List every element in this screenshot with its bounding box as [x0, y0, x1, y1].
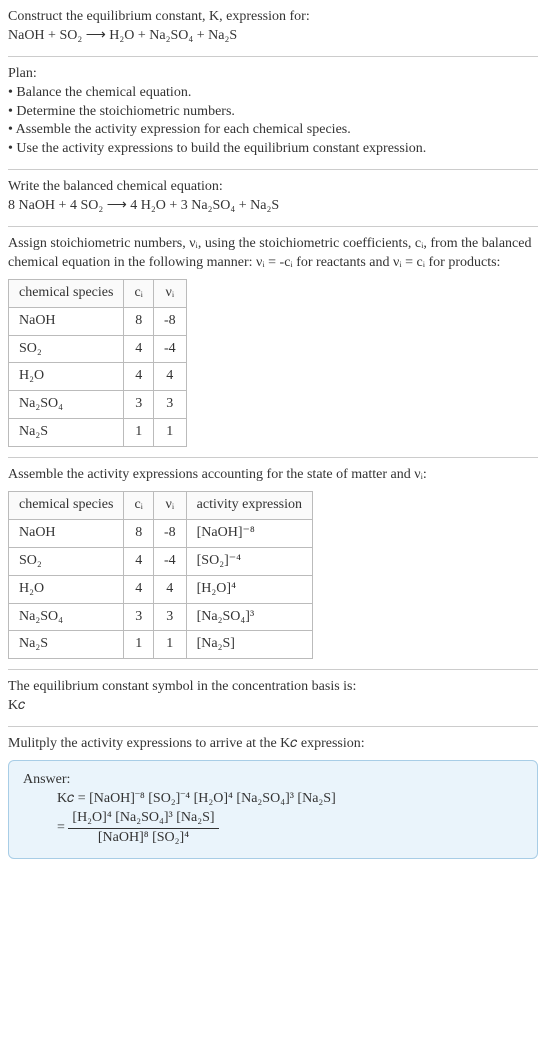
- table-row: Na₂S11[Na₂S]: [9, 631, 313, 659]
- intro-equation: NaOH + SO₂ ⟶ H₂O + Na₂SO₄ + Na₂S: [8, 27, 538, 46]
- plan-item-text: Assemble the activity expression for eac…: [16, 122, 351, 137]
- plan-item: • Assemble the activity expression for e…: [8, 121, 538, 140]
- balanced-heading: Write the balanced chemical equation:: [8, 178, 538, 197]
- plan-item: • Use the activity expressions to build …: [8, 140, 538, 159]
- activity-table: chemical species cᵢ νᵢ activity expressi…: [8, 491, 313, 659]
- intro-section: Construct the equilibrium constant, K, e…: [8, 8, 538, 57]
- symbol-text: The equilibrium constant symbol in the c…: [8, 678, 538, 697]
- plan-item-text: Determine the stoichiometric numbers.: [16, 104, 235, 119]
- activity-section: Assemble the activity expressions accoun…: [8, 458, 538, 670]
- col-species: chemical species: [9, 492, 124, 520]
- col-ci: cᵢ: [124, 279, 154, 307]
- symbol-kc: K𝑐: [8, 697, 538, 716]
- plan-section: Plan: • Balance the chemical equation. •…: [8, 57, 538, 170]
- table-row: H₂O44[H₂O]⁴: [9, 575, 313, 603]
- stoich-table: chemical species cᵢ νᵢ NaOH8-8 SO₂4-4 H₂…: [8, 279, 187, 447]
- stoich-section: Assign stoichiometric numbers, νᵢ, using…: [8, 227, 538, 458]
- plan-item-text: Balance the chemical equation.: [16, 85, 191, 100]
- plan-heading: Plan:: [8, 65, 538, 84]
- table-row: NaOH8-8[NaOH]⁻⁸: [9, 519, 313, 547]
- col-vi: νᵢ: [153, 492, 186, 520]
- plan-item: • Determine the stoichiometric numbers.: [8, 103, 538, 122]
- table-header-row: chemical species cᵢ νᵢ activity expressi…: [9, 492, 313, 520]
- table-row: Na₂SO₄33: [9, 391, 187, 419]
- table-header-row: chemical species cᵢ νᵢ: [9, 279, 187, 307]
- table-row: SO₂4-4[SO₂]⁻⁴: [9, 547, 313, 575]
- fraction-denominator: [NaOH]⁸ [SO₂]⁴: [68, 829, 218, 848]
- stoich-heading: Assign stoichiometric numbers, νᵢ, using…: [8, 235, 538, 273]
- balanced-section: Write the balanced chemical equation: 8 …: [8, 170, 538, 227]
- col-species: chemical species: [9, 279, 124, 307]
- col-activity-expr: activity expression: [186, 492, 312, 520]
- fraction: [H₂O]⁴ [Na₂SO₄]³ [Na₂S] [NaOH]⁸ [SO₂]⁴: [68, 809, 218, 848]
- plan-item: • Balance the chemical equation.: [8, 84, 538, 103]
- multiply-section: Mulitply the activity expressions to arr…: [8, 727, 538, 868]
- answer-flat: K𝑐 = [NaOH]⁻⁸ [SO₂]⁻⁴ [H₂O]⁴ [Na₂SO₄]³ […: [23, 790, 523, 809]
- table-row: Na₂SO₄33[Na₂SO₄]³: [9, 603, 313, 631]
- table-row: H₂O44: [9, 363, 187, 391]
- intro-text: Construct the equilibrium constant, K, e…: [8, 8, 538, 27]
- balanced-equation: 8 NaOH + 4 SO₂ ⟶ 4 H₂O + 3 Na₂SO₄ + Na₂S: [8, 197, 538, 216]
- fraction-numerator: [H₂O]⁴ [Na₂SO₄]³ [Na₂S]: [68, 809, 218, 829]
- table-row: NaOH8-8: [9, 307, 187, 335]
- answer-fraction: = [H₂O]⁴ [Na₂SO₄]³ [Na₂S] [NaOH]⁸ [SO₂]⁴: [23, 809, 523, 848]
- table-row: SO₂4-4: [9, 335, 187, 363]
- table-row: Na₂S11: [9, 419, 187, 447]
- activity-heading: Assemble the activity expressions accoun…: [8, 466, 538, 485]
- symbol-section: The equilibrium constant symbol in the c…: [8, 670, 538, 727]
- answer-box: Answer: K𝑐 = [NaOH]⁻⁸ [SO₂]⁻⁴ [H₂O]⁴ [Na…: [8, 760, 538, 859]
- col-ci: cᵢ: [124, 492, 154, 520]
- plan-item-text: Use the activity expressions to build th…: [16, 141, 426, 156]
- col-vi: νᵢ: [153, 279, 186, 307]
- multiply-heading: Mulitply the activity expressions to arr…: [8, 735, 538, 754]
- answer-label: Answer:: [23, 771, 523, 790]
